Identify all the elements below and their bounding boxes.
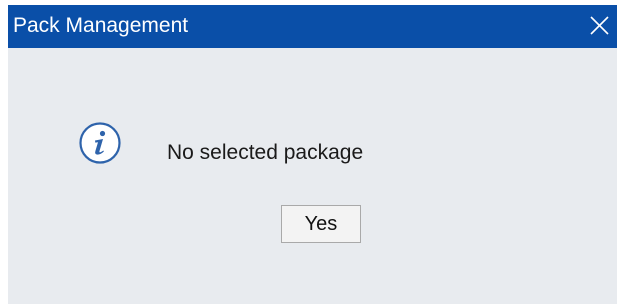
close-icon bbox=[590, 16, 609, 35]
yes-button[interactable]: Yes bbox=[281, 205, 361, 243]
dialog-title: Pack Management bbox=[13, 14, 189, 37]
dialog-message: No selected package bbox=[167, 141, 364, 164]
message-dialog: Pack Management No selected package Yes bbox=[8, 5, 617, 304]
dialog-titlebar[interactable]: Pack Management bbox=[8, 5, 617, 48]
close-button[interactable] bbox=[584, 11, 614, 41]
info-icon bbox=[79, 122, 121, 164]
